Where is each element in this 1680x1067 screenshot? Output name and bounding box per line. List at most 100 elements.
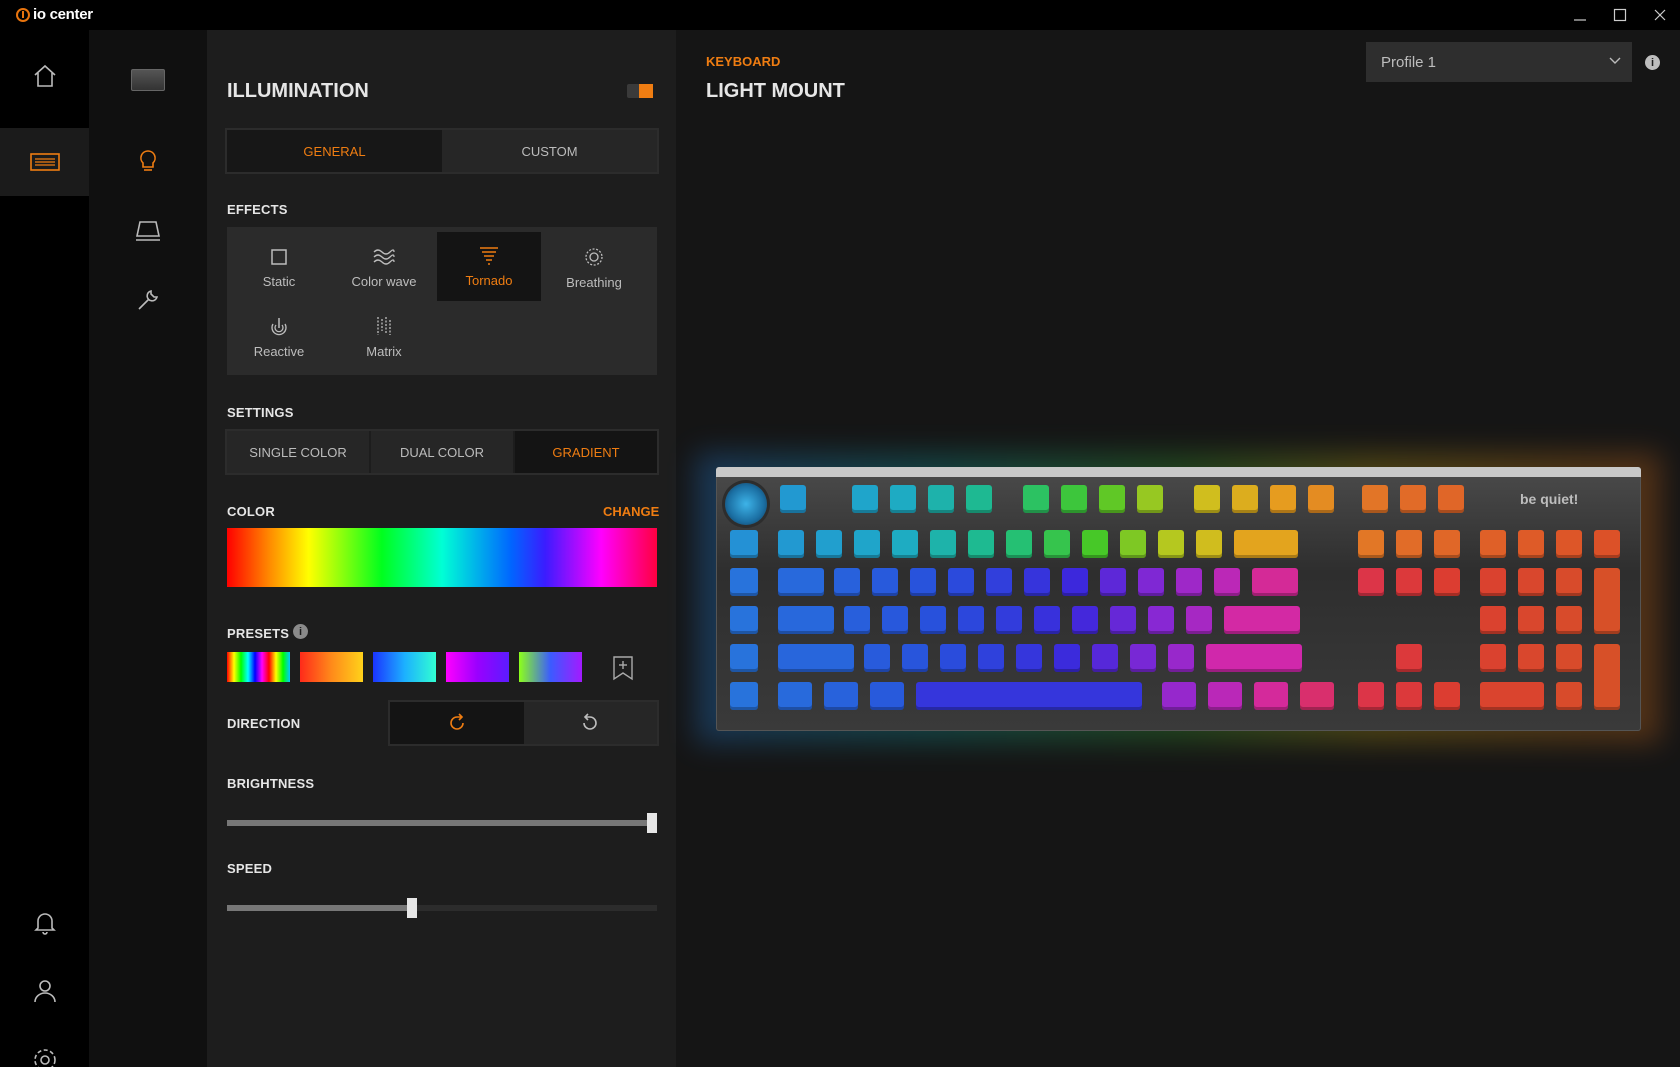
maximize-button[interactable] [1600,0,1640,30]
keycap [1594,530,1620,558]
keycap [902,644,928,672]
speed-handle[interactable] [406,898,417,918]
minimize-icon [1574,19,1586,21]
keycap [958,606,984,634]
keycap [1024,568,1050,596]
effect-label: Reactive [253,344,305,359]
presets-heading: PRESETS [227,626,290,641]
profile-dropdown[interactable]: Profile 1 [1366,42,1632,82]
keycap [1308,485,1334,513]
keycap [916,682,1142,710]
lightbulb-icon [140,150,156,171]
keycap [940,644,966,672]
keycap [1138,568,1164,596]
device-thumbnail[interactable] [89,52,207,108]
gradient-button[interactable]: GRADIENT [515,431,657,473]
preset-lime-violet[interactable] [519,652,582,682]
dual-color-button[interactable]: DUAL COLOR [371,431,515,473]
breadcrumb: KEYBOARD [706,54,781,69]
keycap [978,644,1004,672]
keycap [930,530,956,558]
volume-knob [725,483,767,525]
keycap [1358,530,1384,558]
keycap [872,568,898,596]
preset-fire[interactable] [300,652,363,682]
preset-purple[interactable] [446,652,509,682]
close-icon [1654,9,1666,21]
keycap [1358,682,1384,710]
effect-reactive[interactable]: Reactive [227,303,331,372]
user-icon [33,980,56,1003]
presets-info-icon[interactable]: i [293,624,308,639]
effect-breathing[interactable]: Breathing [542,234,646,303]
nav-account[interactable] [0,957,89,1025]
keycap [1034,606,1060,634]
illumination-toggle[interactable] [627,84,653,98]
effect-label: Static [262,274,296,289]
keycap [778,568,824,596]
preview-area: KEYBOARD LIGHT MOUNT Profile 1 i be quie… [676,30,1680,1067]
keycap [920,606,946,634]
color-mode-selector: SINGLE COLOR DUAL COLOR GRADIENT [225,429,659,475]
keycap [1224,606,1300,634]
direction-clockwise-button[interactable] [390,702,524,744]
keyboard-thumbnail [131,69,165,91]
close-button[interactable] [1640,0,1680,30]
nav-tools[interactable] [89,272,207,328]
keycap [1130,644,1156,672]
brand-logo: be quiet! [1520,491,1579,507]
brightness-handle[interactable] [647,813,657,833]
effect-tornado[interactable]: Tornado [437,232,541,301]
keycap [1396,644,1422,672]
tab-custom[interactable]: CUSTOM [442,130,657,172]
keycap [1044,530,1070,558]
nav-settings[interactable] [0,1026,89,1067]
keycap [1072,606,1098,634]
preset-rainbow[interactable] [227,652,290,682]
nav-illumination[interactable] [89,134,207,190]
keycap [730,644,758,672]
keycap [1594,568,1620,634]
effect-matrix[interactable]: Matrix [332,303,436,372]
keycap [1400,485,1426,513]
square-icon [271,249,287,265]
keycap [1556,644,1582,672]
effects-grid: Static Color wave Tornado Breathing Reac… [227,227,657,375]
keycap [1214,568,1240,596]
keycap [1016,644,1042,672]
keycap [778,644,854,672]
effect-color-wave[interactable]: Color wave [332,234,436,303]
keycap [730,606,758,634]
keycap [1480,568,1506,596]
color-gradient-bar[interactable] [227,528,657,587]
keycap [1396,530,1422,558]
keycap [1270,485,1296,513]
keycap [1196,530,1222,558]
effect-label: Matrix [366,344,402,359]
nav-light-mount[interactable] [89,203,207,259]
tab-general[interactable]: GENERAL [227,130,442,172]
profile-info-icon[interactable]: i [1645,55,1660,70]
minimize-button[interactable] [1560,0,1600,30]
keycap [730,568,758,596]
nav-home[interactable] [0,42,89,110]
direction-counterclockwise-button[interactable] [523,702,657,744]
preset-ocean[interactable] [373,652,436,682]
logo-text: io center [33,6,93,23]
nav-notifications[interactable] [0,888,89,956]
add-preset-button[interactable] [612,655,634,686]
keycap [1480,682,1544,710]
speed-heading: SPEED [227,861,273,876]
breathing-icon [585,248,603,266]
keycap [730,682,758,710]
title-bar: io center [0,0,1680,30]
keycap [892,530,918,558]
brightness-slider[interactable] [227,813,657,833]
keycap [1556,530,1582,558]
speed-slider[interactable] [227,898,657,918]
change-color-link[interactable]: CHANGE [603,504,659,519]
single-color-button[interactable]: SINGLE COLOR [227,431,371,473]
keycap [1186,606,1212,634]
nav-keyboard[interactable] [0,128,89,196]
effect-static[interactable]: Static [227,234,331,303]
